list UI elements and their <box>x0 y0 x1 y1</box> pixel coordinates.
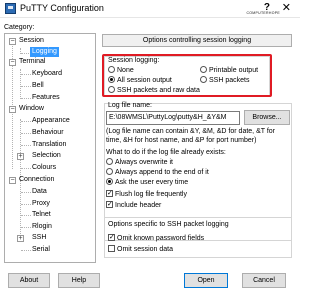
category-tree[interactable]: − Session Logging − Terminal Keyboard Be… <box>4 33 96 263</box>
red-highlight-box <box>102 54 272 97</box>
tree-item-session[interactable]: Session <box>19 36 44 46</box>
ssh-expand-icon[interactable]: + <box>17 235 24 242</box>
open-button[interactable]: Open <box>184 273 228 288</box>
about-button[interactable]: About <box>8 273 50 288</box>
connection-collapse-icon[interactable]: − <box>9 177 16 184</box>
tree-item-keyboard[interactable]: Keyboard <box>32 69 62 79</box>
ssh-options-label: Options specific to SSH packet logging <box>108 221 229 228</box>
tree-item-terminal[interactable]: Terminal <box>19 57 45 67</box>
tree-item-data[interactable]: Data <box>32 187 47 197</box>
tree-item-features[interactable]: Features <box>32 93 60 103</box>
title-bar: PuTTY Configuration ? ✕ COMPUTERHOPE <box>0 0 300 18</box>
cancel-button[interactable]: Cancel <box>242 273 286 288</box>
tree-item-connection[interactable]: Connection <box>19 175 54 185</box>
tree-item-ssh[interactable]: SSH <box>32 233 46 243</box>
brand-logo: COMPUTERHOPE <box>246 11 280 15</box>
window-title: PuTTY Configuration <box>20 3 104 13</box>
category-label: Category: <box>4 24 35 31</box>
radio-always-append[interactable]: Always append to the end of it <box>106 168 209 177</box>
close-icon[interactable]: ✕ <box>282 1 291 14</box>
selection-expand-icon[interactable]: + <box>17 153 24 160</box>
tree-item-window[interactable]: Window <box>19 104 44 114</box>
tree-item-proxy[interactable]: Proxy <box>32 199 50 209</box>
tree-item-logging[interactable]: Logging <box>30 47 59 57</box>
browse-button[interactable]: Browse... <box>244 110 290 125</box>
tree-item-translation[interactable]: Translation <box>32 140 66 150</box>
flush-log-checkbox[interactable]: Flush log file frequently <box>106 189 187 199</box>
include-header-checkbox[interactable]: Include header <box>106 200 161 210</box>
tree-item-behaviour[interactable]: Behaviour <box>32 128 64 138</box>
radio-ask-user[interactable]: Ask the user every time <box>106 178 188 187</box>
log-file-label: Log file name: <box>108 102 152 109</box>
tree-item-bell[interactable]: Bell <box>32 81 44 91</box>
exists-label: What to do if the log file already exist… <box>106 149 226 156</box>
tree-item-serial[interactable]: Serial <box>32 245 50 255</box>
tree-item-colours[interactable]: Colours <box>32 163 56 173</box>
panel-header: Options controlling session logging <box>102 34 292 47</box>
radio-always-overwrite[interactable]: Always overwrite it <box>106 158 173 167</box>
tree-item-selection[interactable]: Selection <box>32 151 61 161</box>
log-file-help: (Log file name can contain &Y, &M, &D fo… <box>106 128 275 144</box>
window-collapse-icon[interactable]: − <box>9 106 16 113</box>
session-collapse-icon[interactable]: − <box>9 38 16 45</box>
tree-item-appearance[interactable]: Appearance <box>32 116 70 126</box>
omit-passwords-checkbox[interactable]: Omit known password fields <box>108 233 204 243</box>
help-button[interactable]: Help <box>58 273 100 288</box>
omit-session-data-checkbox[interactable]: Omit session data <box>108 245 173 254</box>
tree-item-rlogin[interactable]: Rlogin <box>32 222 52 232</box>
log-file-input[interactable]: E:\08WMSL\PuttyLog\putty&H_&Y&M <box>106 111 240 125</box>
putty-app-icon <box>5 3 16 14</box>
tree-item-telnet[interactable]: Telnet <box>32 210 51 220</box>
terminal-collapse-icon[interactable]: − <box>9 59 16 66</box>
